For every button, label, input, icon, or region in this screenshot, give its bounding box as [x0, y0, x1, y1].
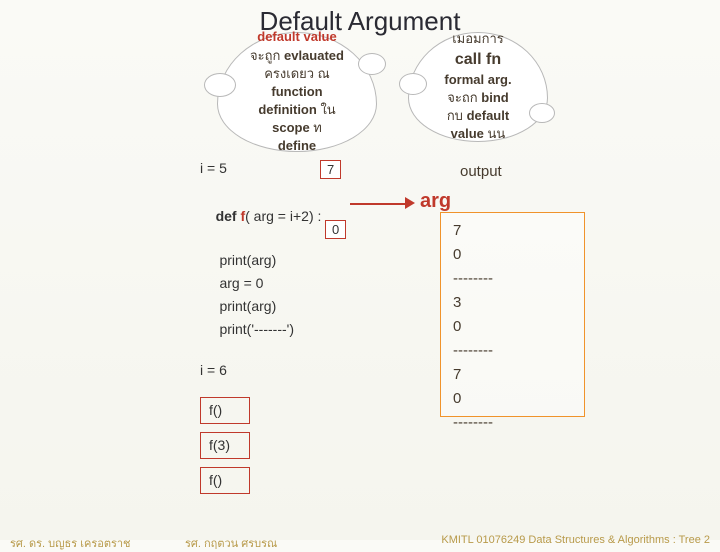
output-label: output [460, 163, 502, 180]
cloud-call-fn: เมอมการ call fn formal arg. จะถก bind กบ… [408, 32, 548, 142]
call-box-1: f() [200, 397, 250, 424]
cloud-right-l2: call fn [455, 51, 501, 68]
slide-title: Default Argument [0, 6, 720, 37]
cloud-right-l6b: นน [488, 126, 506, 141]
cloud-left-l5b: ใน [320, 102, 335, 117]
cloud-right-l5a: กบ [447, 108, 467, 123]
footer-right: KMITL 01076249 Data Structures & Algorit… [441, 534, 710, 546]
cloud-left-l2b: evlauated [284, 48, 344, 63]
out-line: 7 [453, 363, 572, 387]
arrow-head-icon [405, 197, 415, 209]
def-keyword: def [216, 208, 241, 224]
arg-label: arg [420, 190, 451, 213]
code-body2: arg = 0 [200, 273, 405, 294]
code-body4: print('-------') [200, 319, 405, 340]
cloud-left-l6b: ท [313, 120, 322, 135]
cloud-right-l4a: จะถก [447, 90, 481, 105]
out-line: 0 [453, 243, 572, 267]
code-i5: i = 5 [200, 158, 405, 179]
code-body3: print(arg) [200, 296, 405, 317]
call-box-2: f(3) [200, 432, 250, 459]
cloud-left-l4: function [271, 84, 322, 99]
code-i6: i = 6 [200, 360, 405, 381]
cloud-right-l4b: bind [481, 90, 508, 105]
cloud-left-l7: define [278, 138, 316, 153]
cloud-right-l1: เมอมการ [452, 30, 504, 48]
cloud-left-l5a: definition [258, 102, 320, 117]
code-body1: print(arg) [200, 250, 405, 271]
out-line: -------- [453, 339, 572, 363]
out-line: -------- [453, 411, 572, 435]
cloud-left-l1: default value [257, 29, 336, 44]
cloud-right-l3: formal arg. [444, 72, 511, 87]
code-block: i = 5 def f( arg = i+2) : print(arg) arg… [200, 158, 405, 498]
out-line: 7 [453, 219, 572, 243]
out-line: -------- [453, 267, 572, 291]
cloud-right-l6a: value [451, 126, 488, 141]
footer-left: รศ. ดร. บญธร เครอตราช [10, 534, 131, 552]
def-rest: ( arg = i+2) : [245, 208, 321, 224]
call-box-3: f() [200, 467, 250, 494]
out-line: 0 [453, 315, 572, 339]
cloud-right-l5b: default [467, 108, 510, 123]
output-box: 7 0 -------- 3 0 -------- 7 0 -------- [440, 212, 585, 417]
footer-mid: รศ. กฤตวน ศรบรณ [185, 534, 277, 552]
code-def-line: def f( arg = i+2) : [200, 185, 405, 248]
cloud-left-l3: ครงเดยว ณ [264, 65, 330, 83]
out-line: 3 [453, 291, 572, 315]
cloud-left-l6a: scope [272, 120, 313, 135]
cloud-default-value: default value จะถูก evlauated ครงเดยว ณ … [217, 32, 377, 152]
out-line: 0 [453, 387, 572, 411]
cloud-left-l2a: จะถูก [250, 48, 284, 63]
